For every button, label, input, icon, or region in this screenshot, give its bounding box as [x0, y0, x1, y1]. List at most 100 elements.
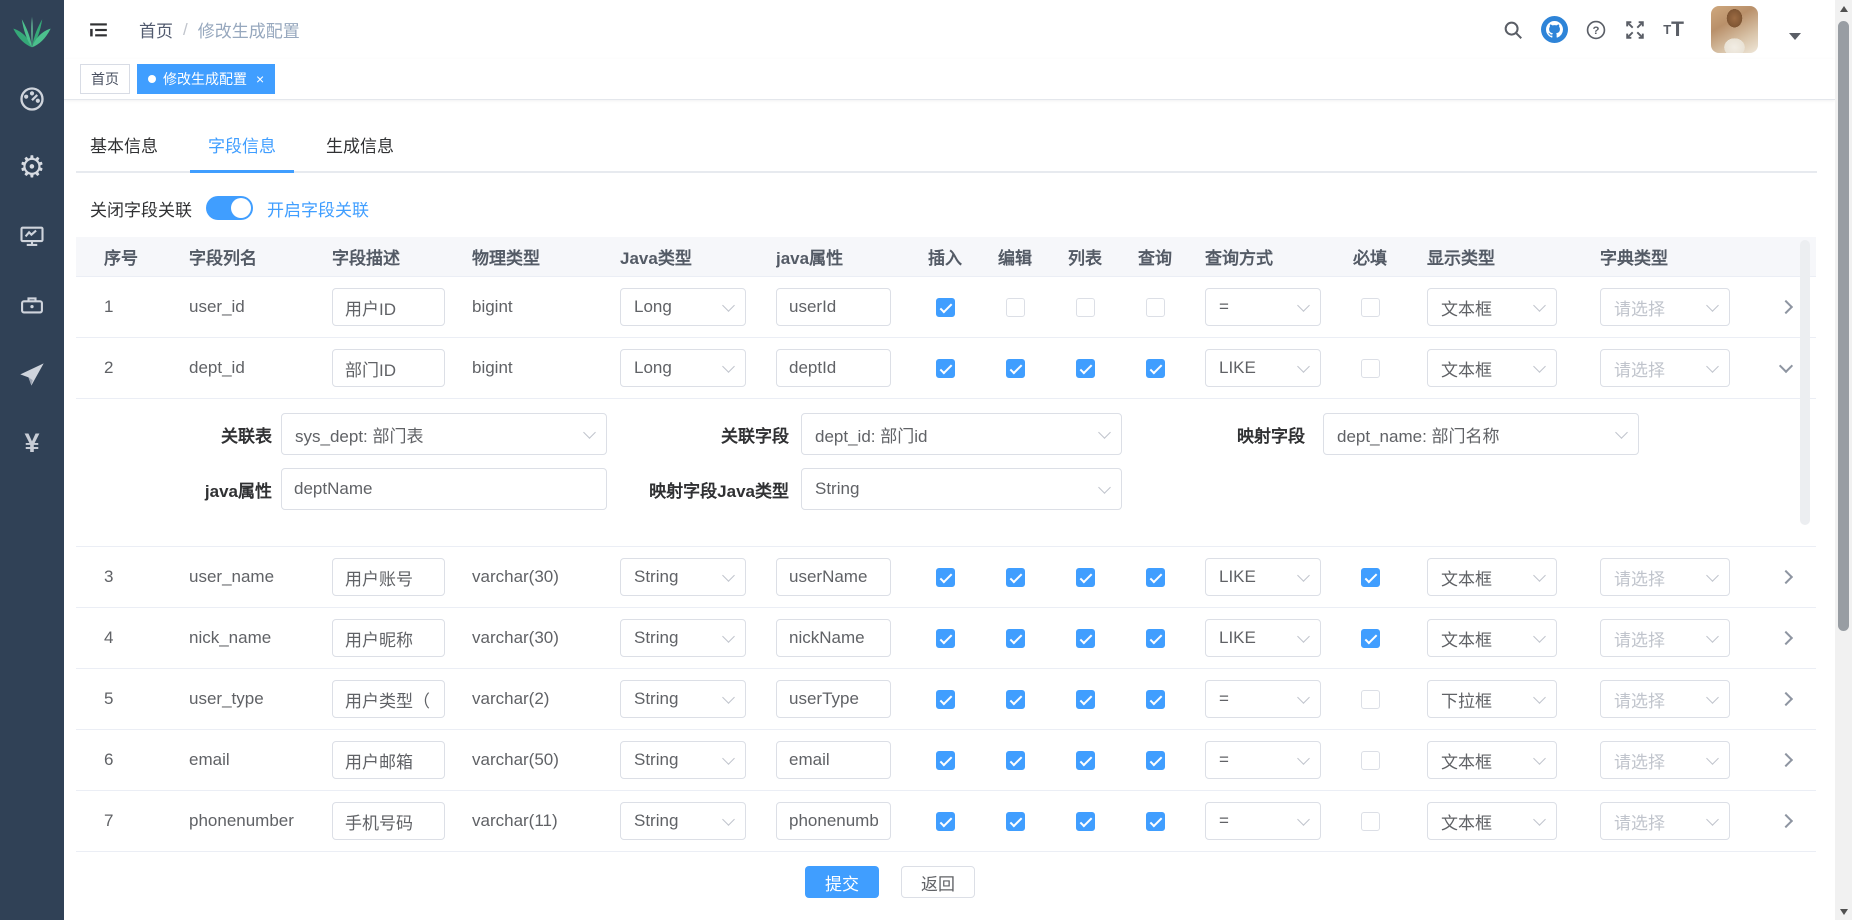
tag-home[interactable]: 首页: [80, 64, 130, 94]
insert-checkbox[interactable]: [936, 812, 955, 831]
display-type-select[interactable]: 下拉框: [1427, 680, 1557, 718]
required-checkbox[interactable]: [1361, 359, 1380, 378]
help-button[interactable]: ?: [1585, 19, 1607, 41]
java-type-select[interactable]: Long: [620, 349, 746, 387]
dict-type-select[interactable]: 请选择: [1600, 802, 1730, 840]
edit-checkbox[interactable]: [1006, 751, 1025, 770]
field-desc-input[interactable]: [332, 288, 445, 326]
java-field-input[interactable]: [776, 680, 891, 718]
list-checkbox[interactable]: [1076, 629, 1095, 648]
display-type-select[interactable]: 文本框: [1427, 741, 1557, 779]
required-checkbox[interactable]: [1361, 690, 1380, 709]
java-type-select[interactable]: String: [620, 619, 746, 657]
java-type-select[interactable]: String: [620, 802, 746, 840]
query-checkbox[interactable]: [1146, 629, 1165, 648]
required-checkbox[interactable]: [1361, 812, 1380, 831]
breadcrumb-home[interactable]: 首页: [139, 17, 173, 42]
mapping-field-select[interactable]: dept_name: 部门名称: [1323, 413, 1639, 455]
expand-row-toggle[interactable]: [1779, 753, 1793, 767]
insert-checkbox[interactable]: [936, 629, 955, 648]
insert-checkbox[interactable]: [936, 568, 955, 587]
edit-checkbox[interactable]: [1006, 298, 1025, 317]
sidebar-item-pay[interactable]: ¥: [0, 409, 64, 478]
table-scrollbar-thumb[interactable]: [1800, 240, 1810, 525]
dict-type-select[interactable]: 请选择: [1600, 558, 1730, 596]
display-type-select[interactable]: 文本框: [1427, 349, 1557, 387]
query-mode-select[interactable]: LIKE: [1205, 619, 1321, 657]
expand-row-toggle[interactable]: [1779, 570, 1793, 584]
java-type-select[interactable]: Long: [620, 288, 746, 326]
field-desc-input[interactable]: [332, 802, 445, 840]
display-type-select[interactable]: 文本框: [1427, 558, 1557, 596]
fullscreen-button[interactable]: [1624, 19, 1646, 41]
insert-checkbox[interactable]: [936, 359, 955, 378]
user-avatar[interactable]: [1711, 6, 1758, 53]
query-mode-select[interactable]: LIKE: [1205, 349, 1321, 387]
field-relation-switch[interactable]: [206, 196, 253, 220]
collapse-row-toggle[interactable]: [1779, 359, 1793, 373]
sidebar-collapse-button[interactable]: [88, 20, 109, 40]
scroll-up-arrow-icon[interactable]: [1835, 0, 1852, 17]
required-checkbox[interactable]: [1361, 298, 1380, 317]
field-desc-input[interactable]: [332, 558, 445, 596]
query-checkbox[interactable]: [1146, 568, 1165, 587]
tab-field-info[interactable]: 字段信息: [208, 118, 276, 171]
expand-row-toggle[interactable]: [1779, 300, 1793, 314]
list-checkbox[interactable]: [1076, 359, 1095, 378]
page-scrollbar[interactable]: [1835, 0, 1852, 920]
relation-table-select[interactable]: sys_dept: 部门表: [281, 413, 607, 455]
sidebar-item-tools[interactable]: [0, 271, 64, 340]
expand-row-toggle[interactable]: [1779, 631, 1793, 645]
display-type-select[interactable]: 文本框: [1427, 802, 1557, 840]
mapping-java-type-select[interactable]: String: [801, 468, 1122, 510]
java-field-input[interactable]: [776, 288, 891, 326]
edit-checkbox[interactable]: [1006, 568, 1025, 587]
insert-checkbox[interactable]: [936, 298, 955, 317]
required-checkbox[interactable]: [1361, 568, 1380, 587]
sidebar-item-deploy[interactable]: [0, 340, 64, 409]
java-field-input[interactable]: [776, 558, 891, 596]
expand-row-toggle[interactable]: [1779, 692, 1793, 706]
tag-current-page[interactable]: 修改生成配置 ×: [137, 64, 275, 94]
expand-row-toggle[interactable]: [1779, 814, 1793, 828]
page-scrollbar-thumb[interactable]: [1838, 21, 1849, 631]
required-checkbox[interactable]: [1361, 751, 1380, 770]
edit-checkbox[interactable]: [1006, 629, 1025, 648]
java-field-input[interactable]: [776, 619, 891, 657]
dict-type-select[interactable]: 请选择: [1600, 288, 1730, 326]
dict-type-select[interactable]: 请选择: [1600, 619, 1730, 657]
query-mode-select[interactable]: =: [1205, 802, 1321, 840]
tag-close-icon[interactable]: ×: [256, 71, 264, 87]
insert-checkbox[interactable]: [936, 690, 955, 709]
back-button[interactable]: 返回: [901, 866, 975, 898]
list-checkbox[interactable]: [1076, 751, 1095, 770]
query-checkbox[interactable]: [1146, 812, 1165, 831]
tab-gen-info[interactable]: 生成信息: [326, 118, 394, 171]
edit-checkbox[interactable]: [1006, 359, 1025, 378]
query-checkbox[interactable]: [1146, 298, 1165, 317]
app-logo[interactable]: [0, 0, 64, 64]
search-button[interactable]: [1502, 19, 1524, 41]
query-mode-select[interactable]: LIKE: [1205, 558, 1321, 596]
submit-button[interactable]: 提交: [805, 866, 879, 898]
java-attr-input[interactable]: [281, 468, 607, 510]
display-type-select[interactable]: 文本框: [1427, 619, 1557, 657]
list-checkbox[interactable]: [1076, 568, 1095, 587]
field-desc-input[interactable]: [332, 741, 445, 779]
github-link[interactable]: [1541, 16, 1568, 43]
edit-checkbox[interactable]: [1006, 690, 1025, 709]
sidebar-item-monitor[interactable]: [0, 202, 64, 271]
java-field-input[interactable]: [776, 349, 891, 387]
java-field-input[interactable]: [776, 802, 891, 840]
query-mode-select[interactable]: =: [1205, 288, 1321, 326]
display-type-select[interactable]: 文本框: [1427, 288, 1557, 326]
field-desc-input[interactable]: [332, 349, 445, 387]
java-field-input[interactable]: [776, 741, 891, 779]
query-checkbox[interactable]: [1146, 690, 1165, 709]
user-menu-caret-icon[interactable]: [1789, 33, 1801, 40]
field-desc-input[interactable]: [332, 619, 445, 657]
list-checkbox[interactable]: [1076, 298, 1095, 317]
query-mode-select[interactable]: =: [1205, 741, 1321, 779]
query-mode-select[interactable]: =: [1205, 680, 1321, 718]
edit-checkbox[interactable]: [1006, 812, 1025, 831]
